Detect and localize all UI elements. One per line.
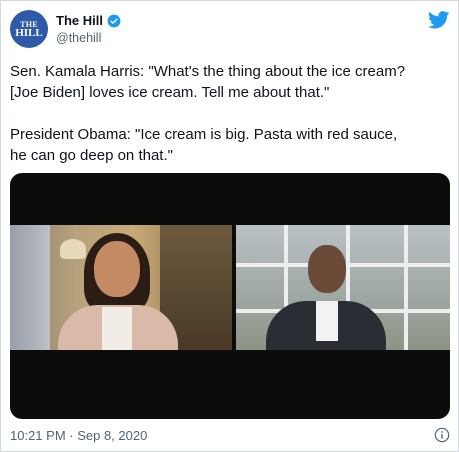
info-icon[interactable]	[434, 427, 450, 443]
twitter-bird-icon[interactable]	[428, 11, 450, 29]
avatar[interactable]: THE HILL	[10, 10, 48, 48]
verified-badge-icon	[107, 14, 121, 27]
video-frame-left	[10, 225, 232, 350]
tweet-text: Sen. Kamala Harris: "What's the thing ab…	[10, 63, 406, 164]
avatar-text-line2: HILL	[15, 27, 43, 39]
tweet-footer: 10:21 PM · Sep 8, 2020	[10, 427, 450, 445]
account-name-row[interactable]: The Hill	[56, 13, 121, 28]
tweet-card: THE HILL The Hill @thehill Sen. Kamala H…	[0, 0, 459, 452]
account-handle[interactable]: @thehill	[56, 31, 101, 45]
video-player[interactable]	[10, 173, 450, 419]
tweet-header: THE HILL The Hill @thehill	[10, 10, 450, 50]
video-frame-right	[236, 225, 450, 350]
tweet-timestamp[interactable]: 10:21 PM · Sep 8, 2020	[10, 428, 147, 443]
account-name[interactable]: The Hill	[56, 13, 103, 28]
